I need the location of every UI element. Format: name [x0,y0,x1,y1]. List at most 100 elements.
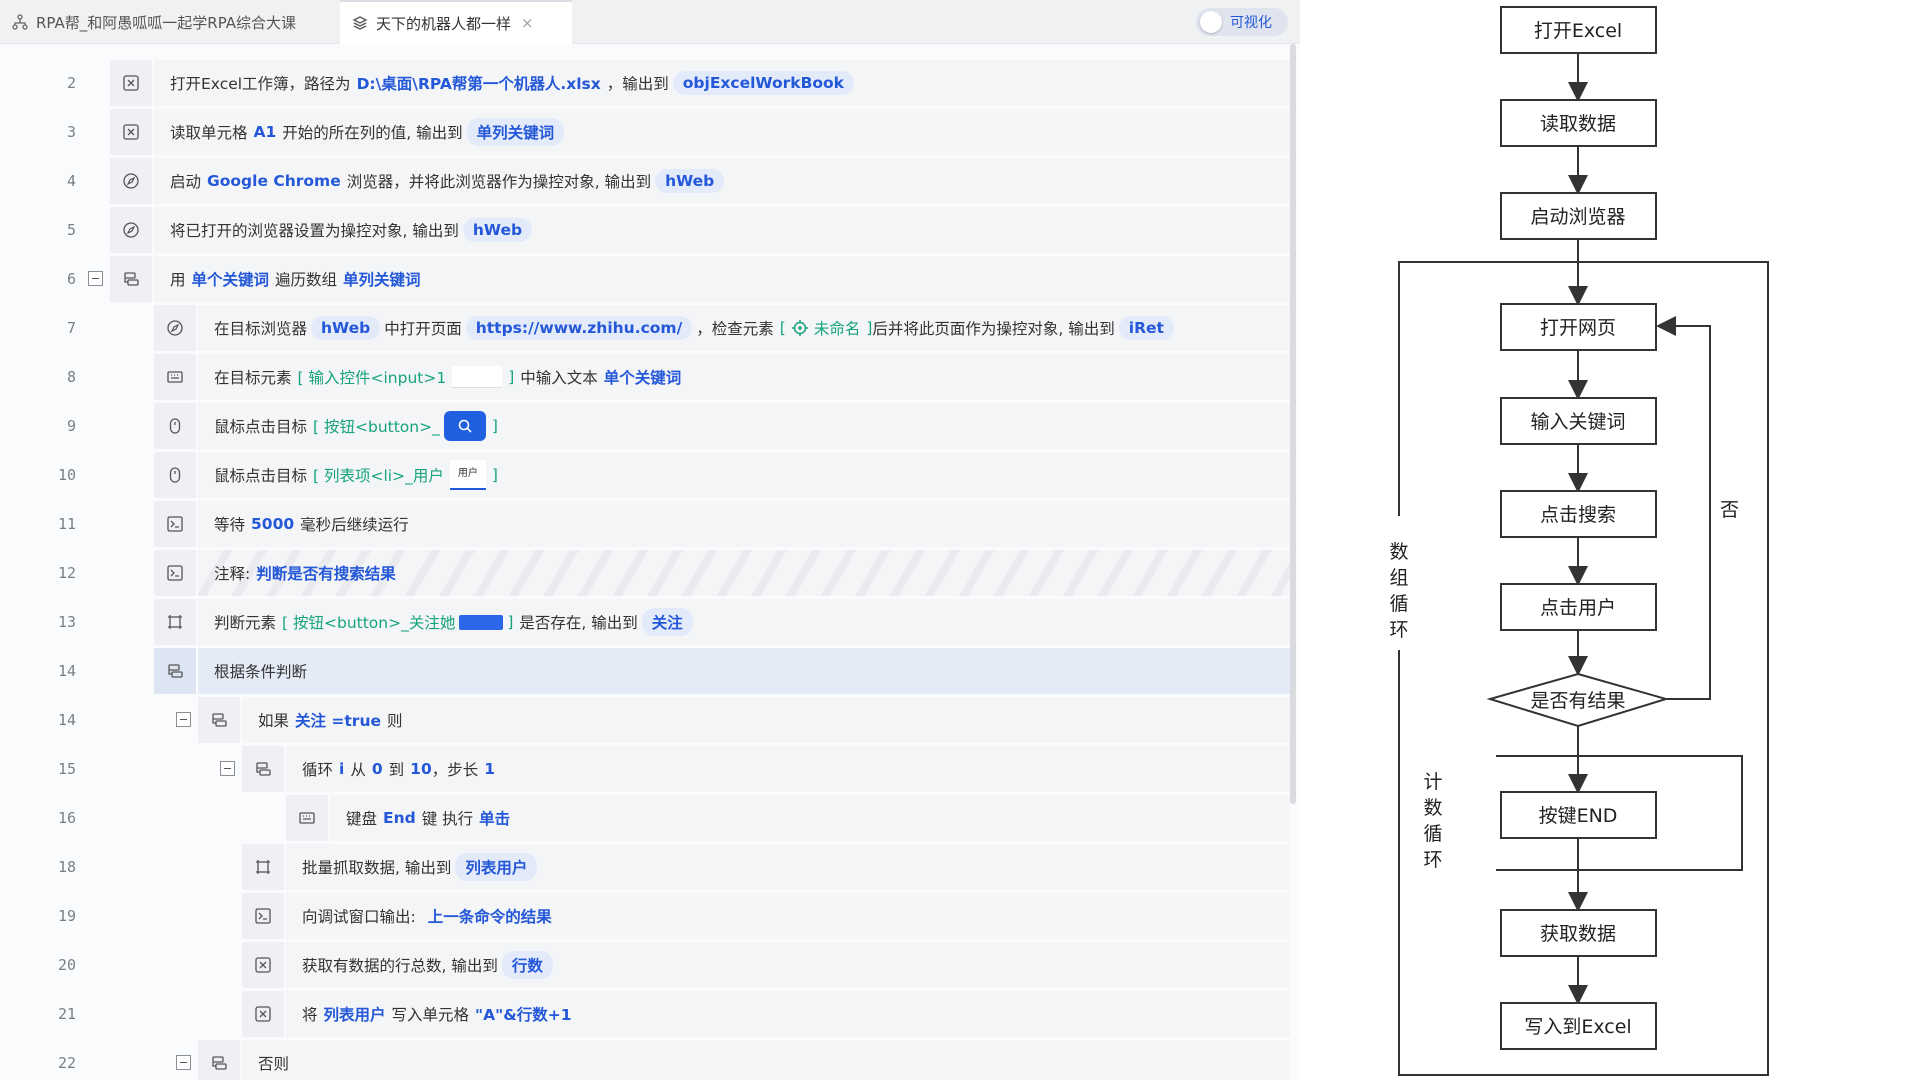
collapse-toggle[interactable] [176,712,191,727]
target-element[interactable]: [ 列表项<li>_用户 [313,464,444,486]
command-text: 键盘 [346,810,378,828]
command-content[interactable]: 根据条件判断 [198,648,1290,694]
vertical-scrollbar[interactable] [1290,44,1296,804]
command-row[interactable]: 5 将已打开的浏览器设置为操控对象, 输出到 hWeb [0,207,1300,253]
node-label: 按键END [1539,805,1618,827]
command-content[interactable]: 批量抓取数据, 输出到 列表用户 [286,844,1290,890]
terminal-icon [154,550,196,596]
command-content[interactable]: 在目标浏览器 hWeb 中打开页面 https://www.zhihu.com/… [198,305,1290,351]
command-content[interactable]: 向调试窗口输出: 上一条命令的结果 [286,893,1290,939]
command-row[interactable]: 22 否则 [0,1040,1300,1080]
command-row[interactable]: 11 等待 5000 毫秒后继续运行 [0,501,1300,547]
command-content[interactable]: 判断元素 [ 按钮<button>_关注她 ] 是否存在, 输出到 关注 [198,599,1290,645]
command-row[interactable]: 3 读取单元格 A1 开始的所在列的值, 输出到 单列关键词 [0,109,1300,155]
line-number: 4 [66,172,76,190]
file-path: D:\桌面\RPA帮第一个机器人.xlsx [356,75,601,93]
command-row[interactable]: 6 用 单个关键词 遍历数组 单列关键词 [0,256,1300,302]
target-element[interactable]: [ 按钮<button>_关注她 [282,611,455,633]
command-row[interactable]: 15 循环 i 从 0 到 10 ，步长 1 [0,746,1300,792]
browser-variable[interactable]: hWeb [311,316,381,340]
command-row[interactable]: 8 在目标元素 [ 输入控件<input>1 ] 中输入文本 单个关键词 [0,354,1300,400]
line-number: 15 [57,760,76,778]
element-thumbnail: 用户 [449,460,486,490]
command-content[interactable]: 等待 5000 毫秒后继续运行 [198,501,1290,547]
element-name: 未命名 [813,320,861,338]
output-variable[interactable]: iRet [1118,316,1174,340]
command-text: 键 执行 [421,810,474,828]
command-text: 鼠标点击目标 [214,418,308,436]
command-content[interactable]: 启动 Google Chrome 浏览器，并将此浏览器作为操控对象, 输出到 h… [154,158,1290,204]
line-number: 12 [57,564,76,582]
branch-icon [198,1040,240,1080]
command-row[interactable]: 18 批量抓取数据, 输出到 列表用户 [0,844,1300,890]
command-text: 否则 [258,1055,290,1073]
command-row[interactable]: 16 键盘 End 键 执行 单击 [0,795,1300,841]
command-content[interactable]: 将 列表用户 写入单元格 "A"&行数+1 [286,991,1290,1037]
count-loop-char: 循 [1423,823,1442,845]
comment-content[interactable]: 注释: 判断是否有搜索结果 [198,550,1290,596]
command-row-selected[interactable]: 14 根据条件判断 [0,648,1300,694]
node-label: 是否有结果 [1530,690,1625,712]
output-variable[interactable]: hWeb [462,218,533,242]
command-content[interactable]: 鼠标点击目标 [ 按钮<button>_ ] [198,403,1290,449]
outer-loop-char: 环 [1389,619,1408,641]
command-row[interactable]: 10 鼠标点击目标 [ 列表项<li>_用户 用户 ] [0,452,1300,498]
url-value[interactable]: https://www.zhihu.com/ [465,316,693,340]
command-row[interactable]: 4 启动 Google Chrome 浏览器，并将此浏览器作为操控对象, 输出到… [0,158,1300,204]
element-check-icon [154,599,196,645]
close-icon[interactable]: × [521,14,534,32]
output-variable[interactable]: hWeb [655,169,725,193]
comment-label: 注释: [214,565,251,583]
target-element[interactable]: [ 输入控件<input>1 [298,366,447,388]
excel-icon [242,942,284,988]
command-content[interactable]: 鼠标点击目标 [ 列表项<li>_用户 用户 ] [198,452,1290,498]
output-variable[interactable]: 单列关键词 [466,118,565,146]
output-variable[interactable]: 列表用户 [455,853,538,881]
command-content[interactable]: 循环 i 从 0 到 10 ，步长 1 [286,746,1290,792]
command-row[interactable]: 21 将 列表用户 写入单元格 "A"&行数+1 [0,991,1300,1037]
target-element[interactable]: [ 按钮<button>_ [313,415,440,437]
tab-flow[interactable]: 天下的机器人都一样 × [340,0,572,44]
target-element[interactable]: 未命名 [791,317,861,339]
keyboard-icon [154,354,196,400]
command-content[interactable]: 键盘 End 键 执行 单击 [330,795,1290,841]
tab-project[interactable]: RPA帮_和阿愚呱呱一起学RPA综合大课 [12,0,296,44]
command-content[interactable]: 获取有数据的行总数, 输出到 行数 [286,942,1290,988]
command-content[interactable]: 读取单元格 A1 开始的所在列的值, 输出到 单列关键词 [154,109,1290,155]
cell-expression: "A"&行数+1 [475,1006,572,1024]
command-text: 读取单元格 [170,124,248,142]
collapse-toggle[interactable] [176,1055,191,1070]
command-row[interactable]: 19 向调试窗口输出: 上一条命令的结果 [0,893,1300,939]
command-content[interactable]: 打开Excel工作簿，路径为 D:\桌面\RPA帮第一个机器人.xlsx ，输出… [154,60,1290,106]
command-row[interactable]: 14 如果 关注 =true 则 [0,697,1300,743]
command-text: 后并将此页面作为操控对象, 输出到 [872,320,1115,338]
command-row[interactable]: 7 在目标浏览器 hWeb 中打开页面 https://www.zhihu.co… [0,305,1300,351]
command-text: 等待 [214,516,246,534]
command-content[interactable]: 用 单个关键词 遍历数组 单列关键词 [154,256,1290,302]
node-label: 点击用户 [1540,597,1616,619]
command-content[interactable]: 如果 关注 =true 则 [242,697,1290,743]
command-text: 毫秒后继续运行 [300,516,409,534]
count-loop-char: 计 [1423,771,1442,793]
key-action: 单击 [479,810,511,828]
output-variable[interactable]: objExcelWorkBook [672,71,854,95]
line-number: 9 [66,417,76,435]
command-row[interactable]: 2 打开Excel工作簿，路径为 D:\桌面\RPA帮第一个机器人.xlsx ，… [0,60,1300,106]
visualize-toggle[interactable]: 可视化 [1196,8,1288,36]
command-content[interactable]: 在目标元素 [ 输入控件<input>1 ] 中输入文本 单个关键词 [198,354,1290,400]
command-row[interactable]: 9 鼠标点击目标 [ 按钮<button>_ ] [0,403,1300,449]
collapse-toggle[interactable] [88,271,103,286]
command-row[interactable]: 20 获取有数据的行总数, 输出到 行数 [0,942,1300,988]
collapse-toggle[interactable] [220,761,235,776]
command-row[interactable]: 13 判断元素 [ 按钮<button>_关注她 ] 是否存在, 输出到 关注 [0,599,1300,645]
command-text: 则 [387,712,403,730]
command-content[interactable]: 将已打开的浏览器设置为操控对象, 输出到 hWeb [154,207,1290,253]
output-variable[interactable]: 行数 [501,951,553,979]
output-variable[interactable]: 关注 [641,608,693,636]
command-text: 到 [388,761,405,779]
tab-bar: RPA帮_和阿愚呱呱一起学RPA综合大课 天下的机器人都一样 × 可视化 [0,0,1300,44]
node-label: 读取数据 [1540,113,1616,135]
command-text: 判断元素 [214,614,277,632]
command-content[interactable]: 否则 [242,1040,1290,1080]
command-row[interactable]: 12 注释: 判断是否有搜索结果 [0,550,1300,596]
